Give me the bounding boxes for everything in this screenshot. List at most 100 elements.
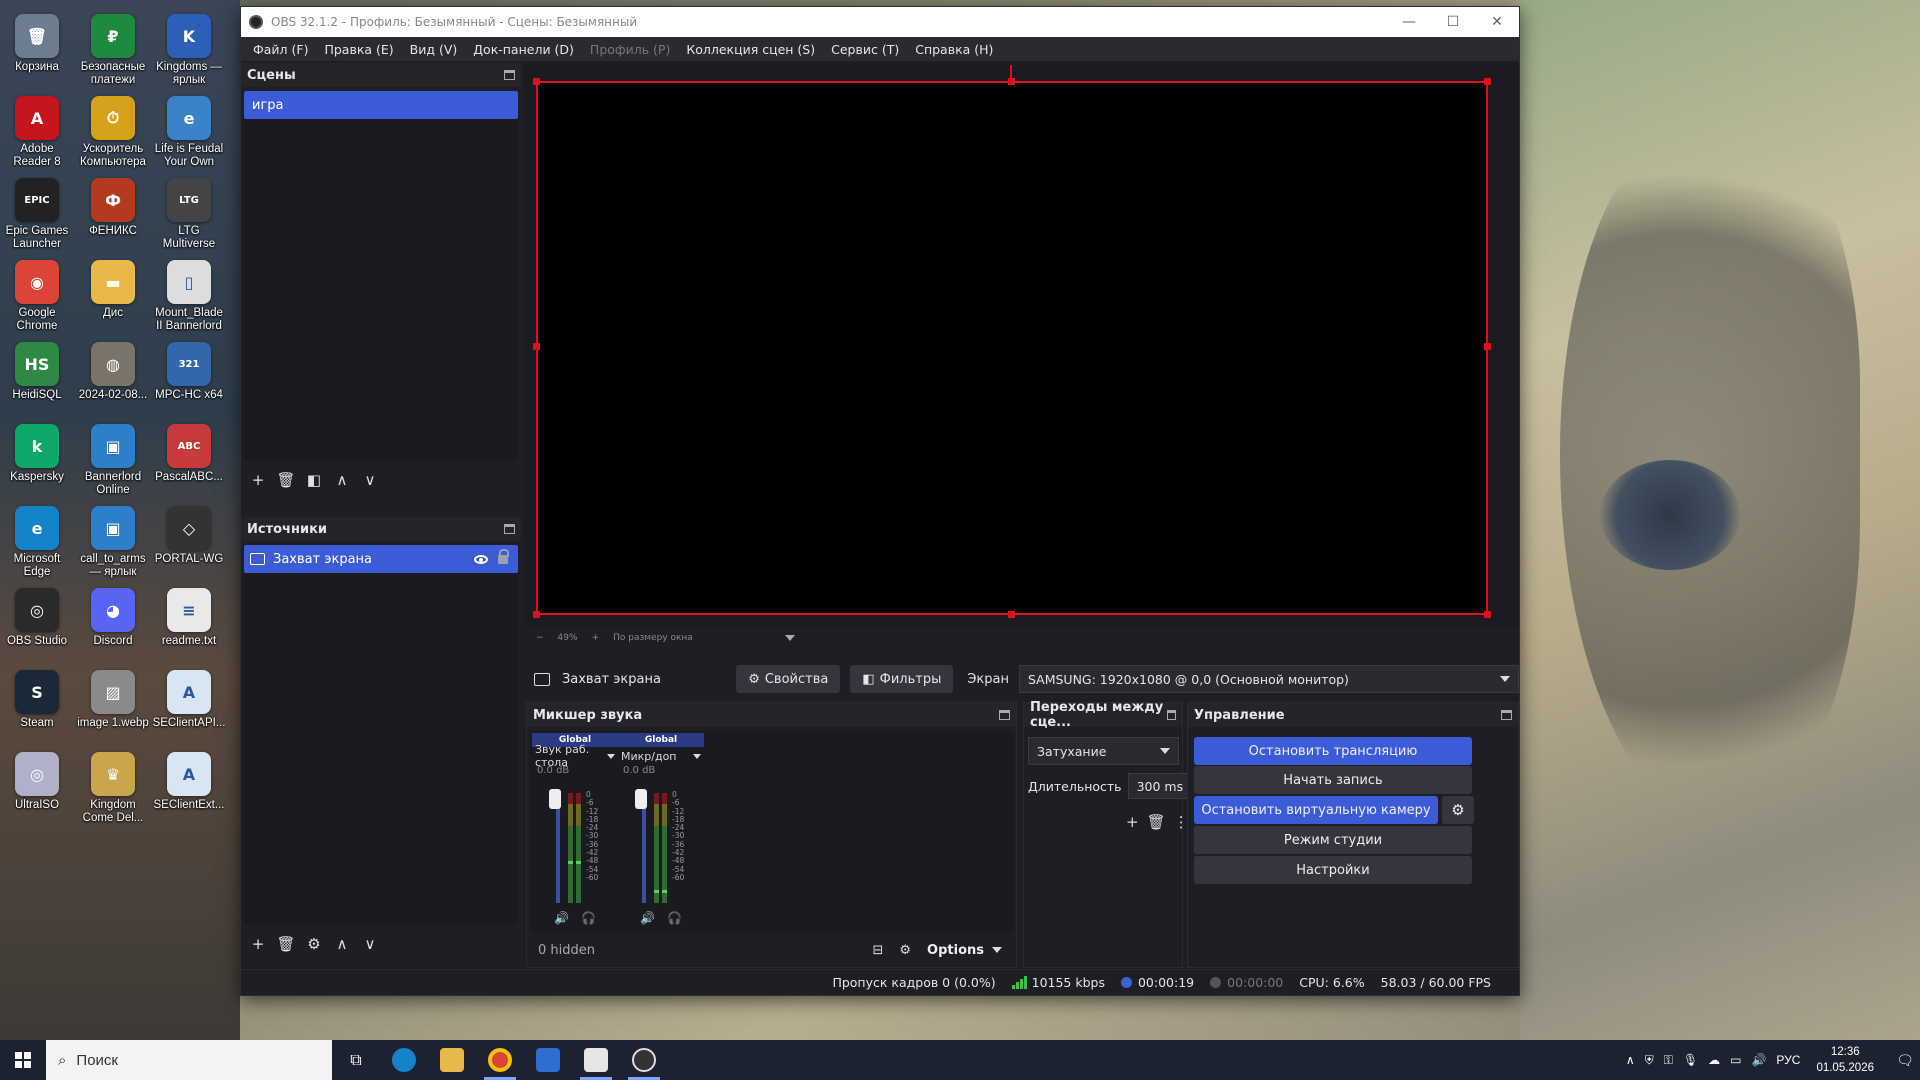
volume-icon[interactable]: 🔊 (1751, 1053, 1766, 1067)
clock[interactable]: 12:36 01.05.2026 (1816, 1044, 1874, 1076)
source-properties-gear-icon[interactable]: ⚙ (303, 933, 325, 955)
desktop-icon[interactable]: ♛ Kingdom Come Del... (76, 752, 150, 825)
microphone-icon[interactable]: 🎙 (1683, 1053, 1698, 1067)
source-item[interactable]: Захват экрана (244, 545, 518, 573)
monitor-icon[interactable]: ▭ (1730, 1053, 1741, 1067)
resize-handle[interactable] (1484, 78, 1491, 85)
headphones-icon[interactable]: 🎧 (667, 911, 682, 925)
desktop-icon[interactable]: e Microsoft Edge (0, 506, 74, 579)
rotation-handle[interactable] (1010, 65, 1012, 79)
desktop-icon[interactable]: ◉ Google Chrome (0, 260, 74, 333)
menu-edit[interactable]: Правка (E) (316, 42, 401, 57)
desktop-icon[interactable]: ◎ UltraISO (0, 752, 74, 812)
move-scene-up-button[interactable]: ∧ (331, 469, 353, 491)
speaker-icon[interactable]: 🔊 (640, 911, 655, 925)
desktop-icon[interactable]: ◎ OBS Studio (0, 588, 74, 648)
menu-docks[interactable]: Док-панели (D) (465, 42, 582, 57)
desktop-icon[interactable]: Ф ФЕНИКС (76, 178, 150, 238)
chevron-down-icon[interactable] (785, 635, 796, 641)
resize-handle[interactable] (533, 343, 540, 350)
headphones-icon[interactable]: 🎧 (581, 911, 596, 925)
undock-icon[interactable] (999, 710, 1010, 720)
desktop-icon[interactable]: e Life is Feudal Your Own (152, 96, 226, 169)
resize-handle[interactable] (533, 78, 540, 85)
desktop-icon[interactable]: ≡ readme.txt (152, 588, 226, 648)
menu-file[interactable]: Файл (F) (245, 42, 316, 57)
notification-icon[interactable]: 🗨 (1890, 1052, 1920, 1069)
desktop-icon[interactable]: ▣ Bannerlord Online (76, 424, 150, 497)
lock-icon[interactable] (498, 548, 509, 564)
desktop-icon[interactable]: ▬ Дис (76, 260, 150, 320)
desktop-icon[interactable]: 321 MPC-HC x64 (152, 342, 226, 402)
taskbar-obs[interactable] (620, 1040, 668, 1080)
menu-view[interactable]: Вид (V) (402, 42, 466, 57)
channel-name-dropdown[interactable]: Звук раб. стола (532, 743, 618, 769)
volume-fader-track[interactable] (556, 793, 560, 903)
taskbar-chrome[interactable] (476, 1040, 524, 1080)
undock-icon[interactable] (1167, 710, 1176, 720)
volume-fader-knob[interactable] (635, 789, 647, 809)
taskbar-search[interactable]: ⌕ Поиск (46, 1040, 332, 1080)
tray-app-icon[interactable]: ⛨ (1645, 1053, 1654, 1068)
resize-handle[interactable] (533, 611, 540, 618)
move-source-down-button[interactable]: ∨ (359, 933, 381, 955)
menu-help[interactable]: Справка (H) (907, 42, 1001, 57)
remove-source-button[interactable]: 🗑 (275, 933, 297, 955)
options-button[interactable]: Options (927, 943, 1010, 958)
settings-button[interactable]: Настройки (1194, 856, 1472, 884)
visibility-eye-icon[interactable] (474, 554, 488, 564)
taskbar-store[interactable] (524, 1040, 572, 1080)
scenes-list[interactable]: игра (244, 91, 518, 461)
stop-stream-button[interactable]: Остановить трансляцию (1194, 737, 1472, 765)
virtualcam-settings-gear-icon[interactable]: ⚙ (1442, 796, 1474, 824)
scene-item[interactable]: игра (244, 91, 518, 119)
screen-select[interactable]: SAMSUNG: 1920x1080 @ 0,0 (Основной монит… (1019, 665, 1519, 693)
taskbar-explorer[interactable] (428, 1040, 476, 1080)
studio-mode-button[interactable]: Режим студии (1194, 826, 1472, 854)
undock-icon[interactable] (504, 70, 515, 80)
resize-handle[interactable] (1484, 611, 1491, 618)
desktop-icon[interactable]: ⏱ Ускоритель Компьютера (76, 96, 150, 169)
desktop-icon[interactable]: A Adobe Reader 8 (0, 96, 74, 169)
desktop-icon[interactable]: ▯ Mount_Blade II Bannerlord (152, 260, 226, 333)
add-transition-button[interactable]: + (1126, 813, 1139, 831)
menu-tools[interactable]: Сервис (T) (823, 42, 907, 57)
volume-fader-knob[interactable] (549, 789, 561, 809)
network-icon[interactable]: ⚿ (1664, 1053, 1673, 1068)
desktop-icon[interactable]: S Steam (0, 670, 74, 730)
channel-name-dropdown[interactable]: Микр/доп (618, 747, 704, 765)
desktop-icon[interactable]: ▨ image 1.webp (76, 670, 150, 730)
desktop-icon[interactable]: 🗑 Корзина (0, 14, 74, 74)
zoom-out-button[interactable]: − (536, 633, 544, 643)
desktop-icon[interactable]: ABC PascalABC... (152, 424, 226, 484)
taskbar-game[interactable] (572, 1040, 620, 1080)
resize-handle[interactable] (1008, 78, 1015, 85)
desktop-icon[interactable]: k Kaspersky (0, 424, 74, 484)
desktop-icon[interactable]: ₽ Безопасные платежи (76, 14, 150, 87)
preview-canvas[interactable] (533, 65, 1491, 618)
title-bar[interactable]: OBS 32.1.2 - Профиль: Безымянный - Сцены… (241, 7, 1519, 37)
filters-button[interactable]: ◧ Фильтры (850, 665, 954, 693)
desktop-icon[interactable]: A SEClientAPI... (152, 670, 226, 730)
layout-toggle-icon[interactable]: ⊟ (872, 943, 883, 958)
close-button[interactable]: ✕ (1475, 7, 1519, 37)
start-button[interactable] (0, 1040, 46, 1080)
scene-filters-button[interactable]: ◧ (303, 469, 325, 491)
undock-icon[interactable] (504, 524, 515, 534)
desktop-icon[interactable]: ◍ 2024-02-08... (76, 342, 150, 402)
desktop-icon[interactable]: K Kingdoms — ярлык (152, 14, 226, 87)
start-record-button[interactable]: Начать запись (1194, 766, 1472, 794)
transition-select[interactable]: Затухание (1028, 737, 1179, 765)
taskbar-edge[interactable] (380, 1040, 428, 1080)
properties-button[interactable]: ⚙ Свойства (736, 665, 841, 693)
task-view-button[interactable]: ⧉ (332, 1040, 380, 1080)
add-scene-button[interactable]: + (247, 469, 269, 491)
zoom-in-button[interactable]: + (592, 633, 600, 643)
advanced-audio-gear-icon[interactable]: ⚙ (899, 943, 911, 958)
desktop-icon[interactable]: EPIC Epic Games Launcher (0, 178, 74, 251)
maximize-button[interactable]: ☐ (1431, 7, 1475, 37)
stop-virtualcam-button[interactable]: Остановить виртуальную камеру (1194, 796, 1438, 824)
remove-scene-button[interactable]: 🗑 (275, 469, 297, 491)
speaker-icon[interactable]: 🔊 (554, 911, 569, 925)
desktop-icon[interactable]: ▣ call_to_arms — ярлык (76, 506, 150, 579)
